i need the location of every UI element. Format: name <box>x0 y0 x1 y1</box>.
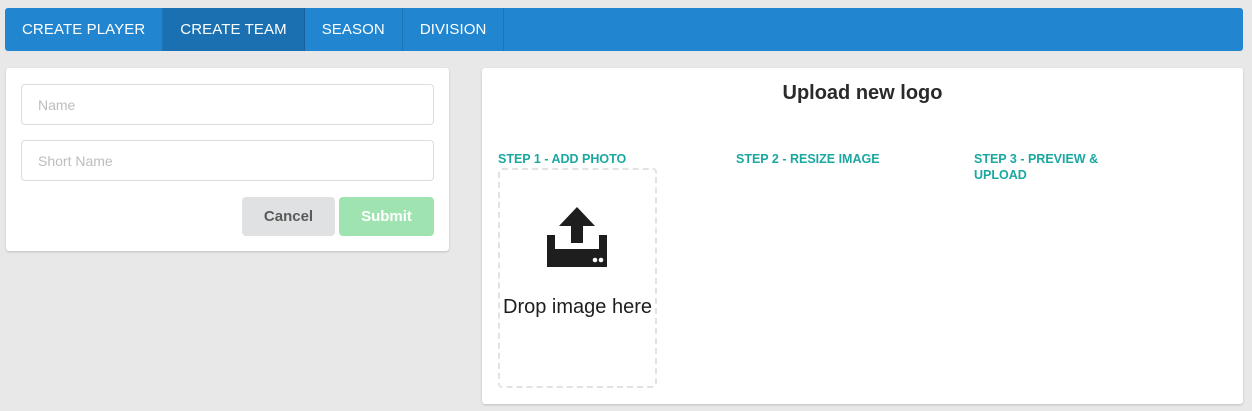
step-3-label: STEP 3 - PREVIEW & UPLOAD <box>974 152 1099 182</box>
logo-upload-card: Upload new logo STEP 1 - ADD PHOTO STEP … <box>482 68 1243 404</box>
nav-division[interactable]: DIVISION <box>403 8 505 51</box>
team-form-card: Cancel Submit <box>6 68 449 251</box>
image-dropzone[interactable]: Drop image here <box>498 168 657 388</box>
name-input[interactable] <box>21 84 434 125</box>
submit-button[interactable]: Submit <box>339 197 434 236</box>
step-2-label: STEP 2 - RESIZE IMAGE <box>736 152 880 166</box>
nav-season[interactable]: SEASON <box>305 8 403 51</box>
nav-create-player[interactable]: CREATE PLAYER <box>5 8 164 51</box>
drop-text: Drop image here <box>503 296 652 318</box>
cancel-button[interactable]: Cancel <box>242 197 335 236</box>
short-name-input[interactable] <box>21 140 434 181</box>
upload-icon <box>547 207 607 267</box>
top-nav: CREATE PLAYER CREATE TEAM SEASON DIVISIO… <box>5 8 1243 51</box>
step-1-label: STEP 1 - ADD PHOTO <box>498 152 627 166</box>
nav-create-team[interactable]: CREATE TEAM <box>163 8 305 51</box>
upload-title: Upload new logo <box>782 82 943 104</box>
